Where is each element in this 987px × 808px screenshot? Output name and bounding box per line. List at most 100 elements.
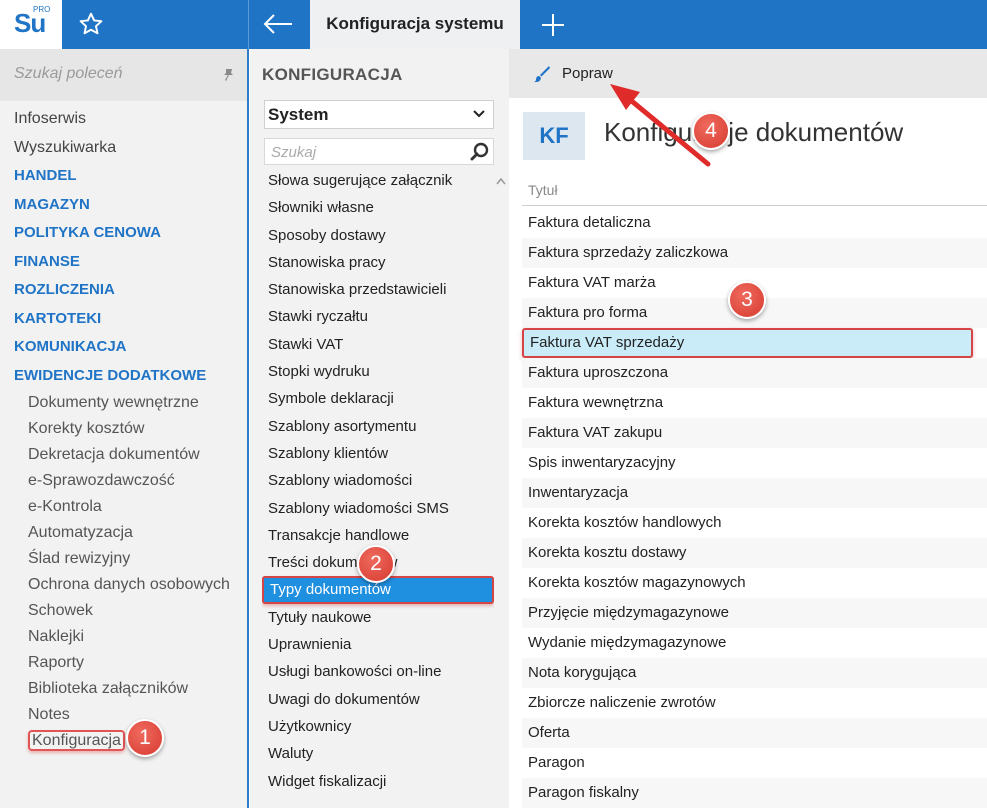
- config-item[interactable]: Szablony klientów: [262, 440, 494, 467]
- sidebar-item-label: Dekretacja dokumentów: [28, 446, 200, 463]
- sidebar-item-wyszukiwarka[interactable]: Wyszukiwarka: [0, 134, 247, 163]
- config-item[interactable]: Stawki ryczałtu: [262, 303, 494, 330]
- config-panel-title: KONFIGURACJA: [262, 65, 403, 84]
- table-row-selected[interactable]: Faktura VAT sprzedaży: [522, 328, 973, 358]
- config-item[interactable]: Szablony wiadomości SMS: [262, 495, 494, 522]
- sidebar-module-ewidencje-dodatkowe[interactable]: EWIDENCJE DODATKOWE: [0, 362, 247, 391]
- config-item[interactable]: Stanowiska pracy: [262, 249, 494, 276]
- config-category-select[interactable]: System: [264, 100, 494, 129]
- column-header-tytul[interactable]: Tytuł: [522, 175, 987, 206]
- brush-icon[interactable]: [533, 65, 551, 83]
- app-logo[interactable]: Su PRO: [0, 0, 62, 49]
- config-search-placeholder: Szukaj: [271, 144, 317, 161]
- popraw-button[interactable]: Popraw: [562, 65, 613, 82]
- sidebar-item-label: Infoserwis: [14, 110, 87, 127]
- pin-icon[interactable]: [220, 67, 236, 83]
- sidebar-item-label: Notes: [28, 706, 70, 723]
- new-tab-plus-icon[interactable]: [540, 12, 566, 38]
- table-row[interactable]: Faktura detaliczna: [522, 208, 987, 238]
- table-row[interactable]: Korekta kosztów magazynowych: [522, 568, 987, 598]
- sidebar: Szukaj poleceń Infoserwis Wyszukiwarka H…: [0, 49, 249, 808]
- sidebar-item-notes[interactable]: Notes: [0, 702, 247, 728]
- sidebar-module-magazyn[interactable]: MAGAZYN: [0, 191, 247, 220]
- search-icon[interactable]: [470, 142, 490, 162]
- sidebar-module-polityka-cenowa[interactable]: POLITYKA CENOWA: [0, 219, 247, 248]
- config-item[interactable]: Uwagi do dokumentów: [262, 686, 494, 713]
- scroll-up-icon[interactable]: [496, 177, 506, 185]
- back-arrow-icon[interactable]: [262, 12, 294, 36]
- sidebar-item-e-sprawozdawczosc[interactable]: e-Sprawozdawczość: [0, 468, 247, 494]
- config-list-scrollbar[interactable]: [494, 167, 508, 808]
- command-search-input[interactable]: Szukaj poleceń: [0, 49, 247, 101]
- sidebar-item-korekty-kosztow[interactable]: Korekty kosztów: [0, 416, 247, 442]
- config-item[interactable]: Tytuły naukowe: [262, 604, 494, 631]
- sidebar-module-rozliczenia[interactable]: ROZLICZENIA: [0, 276, 247, 305]
- sidebar-item-label: Wyszukiwarka: [14, 138, 117, 156]
- table-row[interactable]: Korekta kosztów handlowych: [522, 508, 987, 538]
- sidebar-item-label: Automatyzacja: [28, 524, 133, 541]
- config-item[interactable]: Usługi bankowości on-line: [262, 658, 494, 685]
- sidebar-item-infoserwis[interactable]: Infoserwis: [0, 105, 247, 134]
- content-area: Popraw KF Konfiguracje dokumentów Tytuł …: [509, 49, 987, 808]
- sidebar-item-label: KARTOTEKI: [14, 309, 102, 327]
- tab-konfiguracja-systemu[interactable]: Konfiguracja systemu: [310, 0, 520, 49]
- table-row[interactable]: Przyjęcie międzymagazynowe: [522, 598, 987, 628]
- config-panel: KONFIGURACJA System Szukaj Słowa sugeruj…: [250, 49, 509, 808]
- table-row[interactable]: Faktura VAT zakupu: [522, 418, 987, 448]
- sidebar-item-konfiguracja[interactable]: Konfiguracja: [0, 728, 247, 754]
- config-item[interactable]: Stanowiska przedstawicieli: [262, 276, 494, 303]
- sidebar-item-dekretacja-dokumentow[interactable]: Dekretacja dokumentów: [0, 442, 247, 468]
- sidebar-item-slad-rewizyjny[interactable]: Ślad rewizyjny: [0, 546, 247, 572]
- sidebar-item-automatyzacja[interactable]: Automatyzacja: [0, 520, 247, 546]
- table-row[interactable]: Oferta: [522, 718, 987, 748]
- table-row[interactable]: Spis inwentaryzacyjny: [522, 448, 987, 478]
- config-search-input[interactable]: Szukaj: [264, 138, 494, 165]
- sidebar-item-naklejki[interactable]: Naklejki: [0, 624, 247, 650]
- table-row[interactable]: Faktura sprzedaży zaliczkowa: [522, 238, 987, 268]
- config-item[interactable]: Słowa sugerujące załącznik: [262, 167, 494, 194]
- config-item[interactable]: Sposoby dostawy: [262, 222, 494, 249]
- topbar-divider: [248, 0, 249, 49]
- table-row[interactable]: Nota korygująca: [522, 658, 987, 688]
- config-item[interactable]: Szablony asortymentu: [262, 413, 494, 440]
- config-item[interactable]: Użytkownicy: [262, 713, 494, 740]
- sidebar-module-finanse[interactable]: FINANSE: [0, 248, 247, 277]
- sidebar-item-e-kontrola[interactable]: e-Kontrola: [0, 494, 247, 520]
- table-row[interactable]: Faktura uproszczona: [522, 358, 987, 388]
- step-badge-2: 2: [357, 545, 395, 583]
- table-row[interactable]: Zbiorcze naliczenie zwrotów: [522, 688, 987, 718]
- module-icon-badge: KF: [523, 112, 585, 160]
- config-item[interactable]: Uprawnienia: [262, 631, 494, 658]
- sidebar-item-biblioteka-zalacznikow[interactable]: Biblioteka załączników: [0, 676, 247, 702]
- sidebar-module-kartoteki[interactable]: KARTOTEKI: [0, 305, 247, 334]
- sidebar-item-label: EWIDENCJE DODATKOWE: [14, 366, 207, 384]
- config-item[interactable]: Szablony wiadomości: [262, 467, 494, 494]
- favorites-star-icon[interactable]: [78, 11, 104, 37]
- config-item[interactable]: Waluty: [262, 740, 494, 767]
- sidebar-item-label: Naklejki: [28, 628, 85, 645]
- sidebar-item-ochrona-danych[interactable]: Ochrona danych osobowych: [0, 572, 247, 598]
- sidebar-item-label: Konfiguracja: [28, 730, 125, 751]
- sidebar-item-schowek[interactable]: Schowek: [0, 598, 247, 624]
- table-row[interactable]: Faktura wewnętrzna: [522, 388, 987, 418]
- sidebar-module-komunikacja[interactable]: KOMUNIKACJA: [0, 333, 247, 362]
- table-row[interactable]: Korekta kosztu dostawy: [522, 538, 987, 568]
- table-row[interactable]: Inwentaryzacja: [522, 478, 987, 508]
- sidebar-item-label: MAGAZYN: [14, 195, 90, 213]
- config-item[interactable]: Słowniki własne: [262, 194, 494, 221]
- config-item[interactable]: Symbole deklaracji: [262, 385, 494, 412]
- sidebar-item-label: Ochrona danych osobowych: [28, 576, 230, 593]
- config-item[interactable]: Stopki wydruku: [262, 358, 494, 385]
- sidebar-item-raporty[interactable]: Raporty: [0, 650, 247, 676]
- sidebar-item-label: POLITYKA CENOWA: [14, 224, 161, 241]
- top-bar: Su PRO Konfiguracja systemu: [0, 0, 987, 49]
- sidebar-item-dokumenty-wewnetrzne[interactable]: Dokumenty wewnętrzne: [0, 390, 247, 416]
- config-item[interactable]: Stawki VAT: [262, 331, 494, 358]
- table-row[interactable]: Paragon: [522, 748, 987, 778]
- page-title: Konfiguracje dokumentów: [604, 117, 904, 147]
- sidebar-nav: Infoserwis Wyszukiwarka HANDEL MAGAZYN P…: [0, 105, 247, 754]
- sidebar-module-handel[interactable]: HANDEL: [0, 162, 247, 191]
- table-row[interactable]: Paragon fiskalny: [522, 778, 987, 808]
- table-row[interactable]: Wydanie międzymagazynowe: [522, 628, 987, 658]
- config-item[interactable]: Widget fiskalizacji: [262, 768, 494, 795]
